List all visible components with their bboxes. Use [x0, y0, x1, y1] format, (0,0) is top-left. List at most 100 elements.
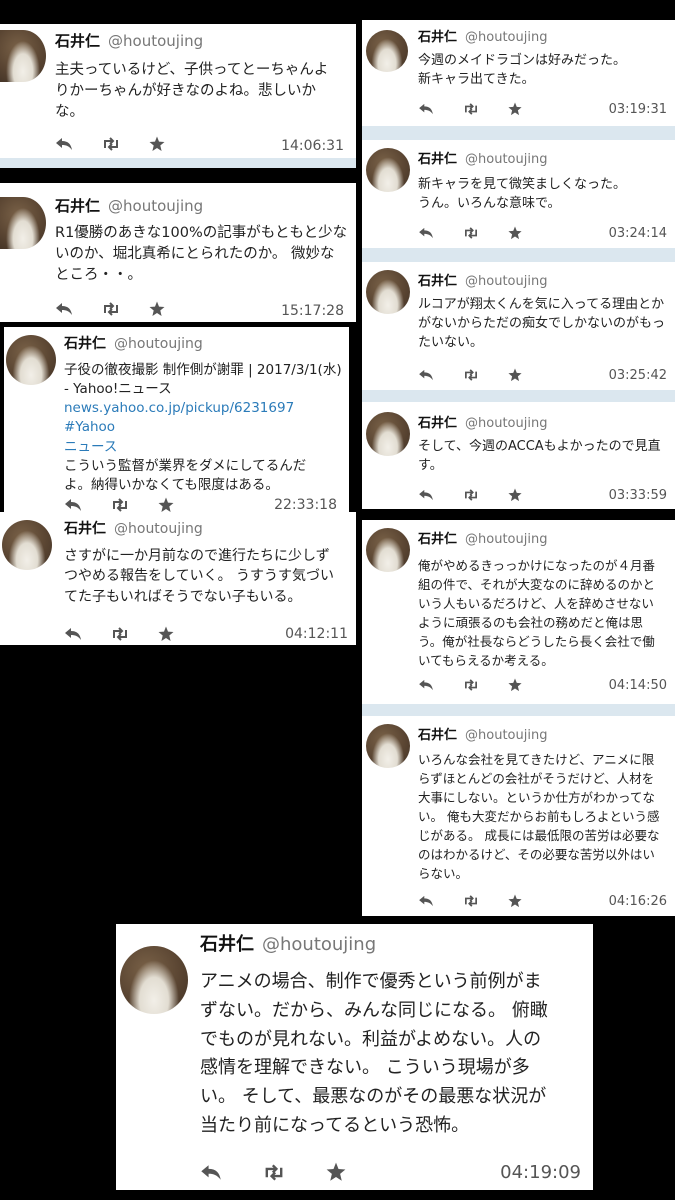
- divider: [362, 126, 675, 140]
- avatar[interactable]: [0, 30, 46, 82]
- tweet-text: R1優勝のあきな100%の記事がもともと少な いのか、堀北真希にとられたのか。 微…: [55, 225, 348, 284]
- tweet-text: ルコアが翔太くんを気に入ってる理由とか がないからただの痴女でしかないのがもっ たい…: [418, 297, 666, 350]
- tweet-text: 俺がやめるきっっかけになったのが４月番 組の件で、それが大変なのに辞めるのかと いう…: [418, 558, 656, 668]
- star-icon[interactable]: [508, 678, 522, 692]
- tweet-time: 03:24:14: [608, 226, 667, 241]
- tweet-time: 14:06:31: [281, 138, 344, 154]
- avatar[interactable]: [366, 412, 410, 456]
- retweet-icon[interactable]: [462, 489, 480, 501]
- tweet-text: 子役の徹夜撮影 制作側が謝罪 | 2017/3/1(水) - Yahoo!ニュース…: [64, 361, 349, 495]
- reply-icon[interactable]: [64, 498, 82, 512]
- star-icon[interactable]: [508, 488, 522, 502]
- tweet-time: 03:19:31: [608, 102, 667, 117]
- reply-icon[interactable]: [418, 227, 434, 239]
- user-handle: @houtoujing: [262, 934, 377, 955]
- tweet-text: 今週のメイドラゴンは好みだった。 新キャラ出てきた。: [418, 53, 627, 87]
- retweet-icon[interactable]: [462, 895, 480, 907]
- divider: [362, 704, 675, 716]
- tweet-card: 石井仁 @houtoujing 新キャラを見て微笑ましくなった。 うん。いろんな意味…: [362, 140, 675, 248]
- user-name[interactable]: 石井仁 @houtoujing: [64, 333, 203, 353]
- divider: [362, 248, 675, 262]
- user-handle: @houtoujing: [465, 152, 548, 167]
- tweet-time: 03:25:42: [608, 368, 667, 383]
- star-icon[interactable]: [158, 626, 174, 642]
- reply-icon[interactable]: [418, 489, 434, 501]
- tweet-card: 石井仁 @houtoujing 今週のメイドラゴンは好みだった。 新キャラ出てきた。…: [362, 20, 675, 126]
- retweet-icon[interactable]: [462, 679, 480, 691]
- user-name[interactable]: 石井仁 @houtoujing: [55, 30, 203, 51]
- tweet-actions: [418, 894, 550, 908]
- retweet-icon[interactable]: [110, 627, 130, 641]
- star-icon[interactable]: [508, 894, 522, 908]
- star-icon[interactable]: [158, 497, 174, 513]
- tweet-actions: [418, 102, 550, 116]
- retweet-icon[interactable]: [110, 498, 130, 512]
- avatar[interactable]: [366, 148, 410, 192]
- tweet-card: 石井仁 @houtoujing 子役の徹夜撮影 制作側が謝罪 | 2017/3/1…: [4, 327, 349, 515]
- user-name[interactable]: 石井仁 @houtoujing: [418, 528, 547, 547]
- user-handle: @houtoujing: [108, 197, 204, 215]
- news-link[interactable]: news.yahoo.co.jp/pickup/6231697 #Yahoo ニュ…: [64, 399, 349, 456]
- avatar[interactable]: [366, 30, 408, 72]
- user-name[interactable]: 石井仁 @houtoujing: [418, 724, 547, 743]
- retweet-icon[interactable]: [462, 369, 480, 381]
- reply-icon[interactable]: [418, 679, 434, 691]
- star-icon[interactable]: [508, 102, 522, 116]
- tweet-time: 15:17:28: [281, 303, 344, 319]
- retweet-icon[interactable]: [462, 103, 480, 115]
- user-name[interactable]: 石井仁 @houtoujing: [55, 195, 203, 216]
- avatar[interactable]: [2, 520, 52, 570]
- tweet-time: 04:14:50: [608, 678, 667, 693]
- star-icon[interactable]: [326, 1162, 346, 1182]
- retweet-icon[interactable]: [462, 227, 480, 239]
- user-name[interactable]: 石井仁 @houtoujing: [418, 412, 547, 431]
- tweet-text: 主夫っているけど、子供ってとーちゃんよ りかーちゃんが好きなのよね。悲しいか な。: [55, 62, 329, 121]
- avatar[interactable]: [6, 335, 56, 385]
- tweet-actions: [418, 368, 550, 382]
- avatar[interactable]: [366, 270, 410, 314]
- avatar[interactable]: [366, 724, 410, 768]
- reply-icon[interactable]: [418, 895, 434, 907]
- star-icon[interactable]: [508, 226, 522, 240]
- star-icon[interactable]: [508, 368, 522, 382]
- divider: [362, 390, 675, 402]
- star-icon[interactable]: [149, 301, 165, 317]
- reply-icon[interactable]: [200, 1164, 222, 1181]
- reply-icon[interactable]: [418, 103, 434, 115]
- retweet-icon[interactable]: [101, 302, 121, 316]
- avatar[interactable]: [366, 528, 410, 572]
- tweet-time: 04:19:09: [500, 1162, 581, 1183]
- reply-icon[interactable]: [64, 627, 82, 641]
- tweet-actions: [418, 226, 550, 240]
- tweet-card: 石井仁 @houtoujing アニメの場合、制作で優秀という前例がま ずない。だか…: [116, 924, 593, 1190]
- tweet-time: 04:16:26: [608, 894, 667, 909]
- avatar[interactable]: [120, 946, 188, 1014]
- reply-icon[interactable]: [418, 369, 434, 381]
- user-name[interactable]: 石井仁 @houtoujing: [418, 148, 547, 167]
- user-handle: @houtoujing: [114, 336, 203, 352]
- user-name[interactable]: 石井仁 @houtoujing: [64, 518, 203, 538]
- user-handle: @houtoujing: [108, 32, 204, 50]
- avatar[interactable]: [0, 197, 46, 249]
- tweet-card: 石井仁 @houtoujing いろんな会社を見てきたけど、アニメに限 らずほとんど…: [362, 716, 675, 916]
- user-name[interactable]: 石井仁 @houtoujing: [418, 26, 547, 45]
- retweet-icon[interactable]: [101, 137, 121, 151]
- tweet-text: さすがに一か月前なので進行たちに少しず つやめる報告をしていく。 うすうす気づいて…: [64, 548, 335, 605]
- user-handle: @houtoujing: [465, 30, 548, 45]
- retweet-icon[interactable]: [262, 1163, 286, 1181]
- tweet-card: 石井仁 @houtoujing ルコアが翔太くんを気に入ってる理由とか がないからた…: [362, 262, 675, 390]
- reply-icon[interactable]: [55, 302, 73, 316]
- tweet-card: 石井仁 @houtoujing 主夫っているけど、子供ってとーちゃんよ りかーちゃん…: [0, 24, 356, 168]
- user-handle: @houtoujing: [465, 416, 548, 431]
- tweet-text: いろんな会社を見てきたけど、アニメに限 らずほとんどの会社がそうだけど、人材を 大事…: [418, 752, 660, 881]
- star-icon[interactable]: [149, 136, 165, 152]
- reply-icon[interactable]: [55, 137, 73, 151]
- tweet-actions: [418, 488, 550, 502]
- tweet-actions: [200, 1162, 374, 1182]
- user-name[interactable]: 石井仁 @houtoujing: [418, 270, 547, 289]
- user-handle: @houtoujing: [465, 532, 548, 547]
- user-name[interactable]: 石井仁 @houtoujing: [200, 930, 376, 956]
- user-handle: @houtoujing: [465, 728, 548, 743]
- tweet-actions: [64, 626, 202, 642]
- tweet-card: 石井仁 @houtoujing さすがに一か月前なので進行たちに少しず つやめる報告…: [0, 512, 356, 645]
